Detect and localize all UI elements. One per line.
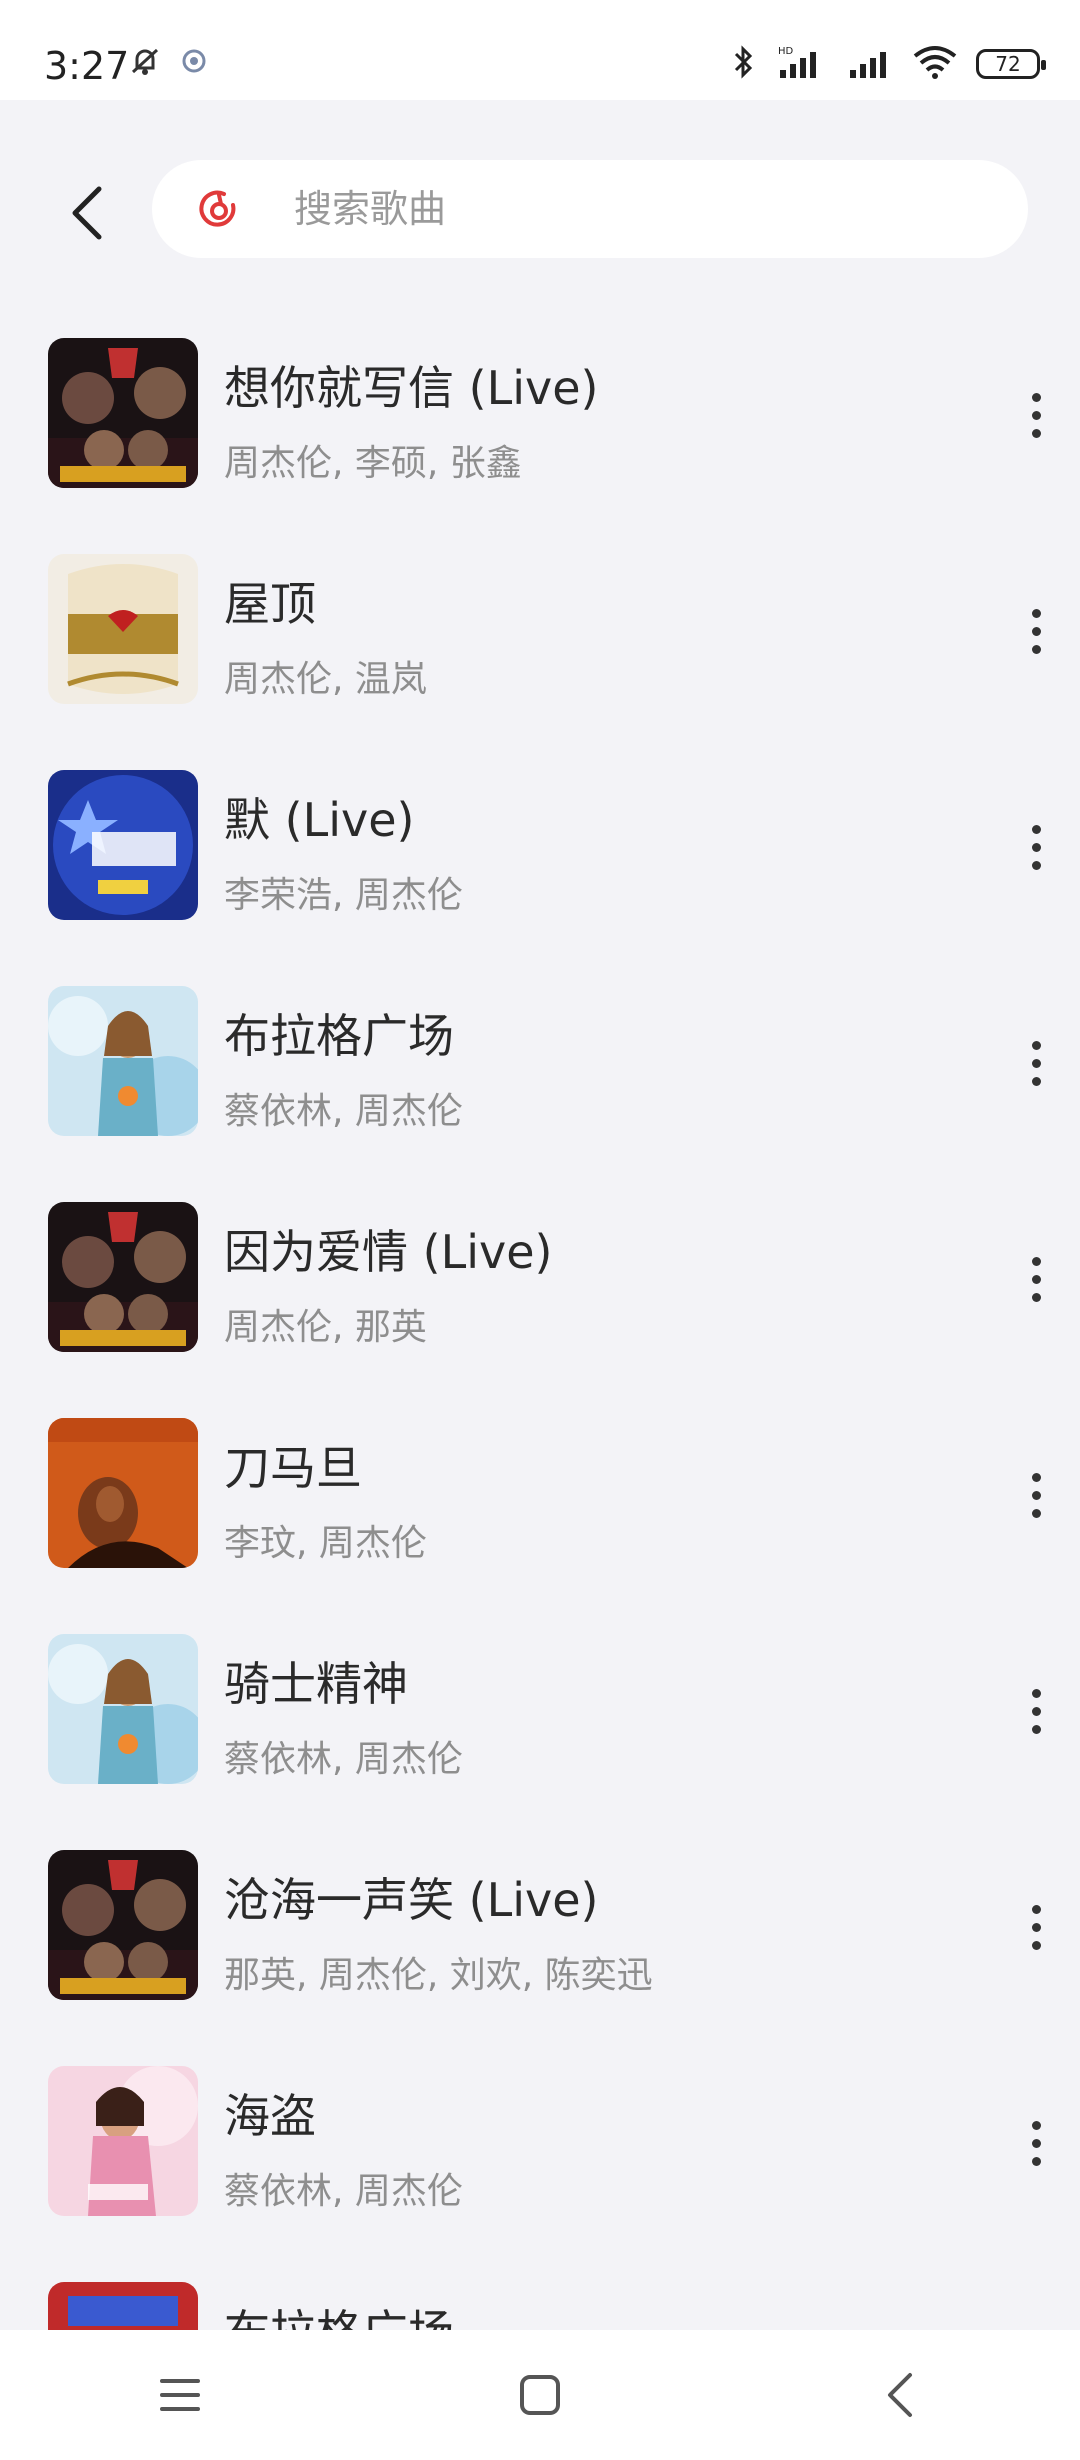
song-artists: 周杰伦, 李硕, 张鑫: [224, 443, 522, 484]
more-options-button[interactable]: [1016, 2108, 1056, 2178]
song-row[interactable]: 布拉格广场: [0, 2282, 1080, 2330]
song-row[interactable]: 沧海一声笑 (Live) 那英, 周杰伦, 刘欢, 陈奕迅: [0, 1850, 1080, 2066]
song-artists: 蔡依林, 周杰伦: [224, 1091, 463, 1132]
more-options-button[interactable]: [1016, 1676, 1056, 1746]
song-row[interactable]: 因为爱情 (Live) 周杰伦, 那英: [0, 1202, 1080, 1418]
song-artists: 周杰伦, 温岚: [224, 659, 427, 700]
song-artists: 李荣浩, 周杰伦: [224, 875, 463, 916]
status-time: 3:27: [44, 44, 130, 88]
song-row[interactable]: 刀马旦 李玟, 周杰伦: [0, 1418, 1080, 1634]
song-title: 默 (Live): [224, 793, 415, 847]
song-artists: 李玟, 周杰伦: [224, 1523, 427, 1564]
nav-back-button[interactable]: [850, 2345, 950, 2445]
battery-icon: 72: [976, 49, 1046, 79]
signal-icon: [846, 44, 894, 84]
home-button[interactable]: [490, 2345, 590, 2445]
status-bar: 3:27 HD 72: [0, 0, 1080, 100]
back-icon: [888, 2373, 912, 2417]
song-row[interactable]: 骑士精神 蔡依林, 周杰伦: [0, 1634, 1080, 1850]
song-artists: 蔡依林, 周杰伦: [224, 2171, 463, 2212]
system-nav-bar: [0, 2330, 1080, 2460]
song-title: 沧海一声笑 (Live): [224, 1873, 599, 1927]
album-cover: [48, 770, 198, 920]
song-artists: 蔡依林, 周杰伦: [224, 1739, 463, 1780]
album-cover: [48, 986, 198, 1136]
more-options-button[interactable]: [1016, 1892, 1056, 1962]
album-cover: [48, 1634, 198, 1784]
more-options-button[interactable]: [1016, 812, 1056, 882]
wifi-icon: [912, 44, 958, 84]
album-cover: [48, 554, 198, 704]
album-cover: [48, 2066, 198, 2216]
song-row[interactable]: 想你就写信 (Live) 周杰伦, 李硕, 张鑫: [0, 338, 1080, 554]
home-square-icon: [520, 2375, 560, 2415]
album-cover: [48, 1850, 198, 2000]
more-options-button[interactable]: [1016, 596, 1056, 666]
song-title: 屋顶: [224, 577, 316, 631]
album-cover: [48, 2282, 198, 2330]
album-cover: [48, 338, 198, 488]
search-header: [0, 100, 1080, 300]
svg-text:HD: HD: [778, 46, 794, 57]
song-title: 海盗: [224, 2089, 316, 2143]
song-artists: 那英, 周杰伦, 刘欢, 陈奕迅: [224, 1955, 653, 1996]
search-box[interactable]: [152, 160, 1028, 258]
song-list: 想你就写信 (Live) 周杰伦, 李硕, 张鑫 屋顶 周杰伦, 温岚 默 (L…: [0, 338, 1080, 2330]
back-button[interactable]: [52, 178, 122, 248]
song-title: 刀马旦: [224, 1441, 362, 1495]
back-arrow-icon: [72, 186, 102, 240]
song-title: 骑士精神: [224, 1657, 408, 1711]
song-title: 布拉格广场: [224, 1009, 454, 1063]
album-cover: [48, 1418, 198, 1568]
more-options-button[interactable]: [1016, 1028, 1056, 1098]
more-options-button[interactable]: [1016, 1244, 1056, 1314]
recent-apps-button[interactable]: [130, 2345, 230, 2445]
song-row[interactable]: 默 (Live) 李荣浩, 周杰伦: [0, 770, 1080, 986]
battery-level: 72: [995, 52, 1021, 76]
album-cover: [48, 1202, 198, 1352]
app-notification-icon: [180, 47, 208, 79]
bluetooth-icon: [730, 44, 758, 84]
song-artists: 周杰伦, 那英: [224, 1307, 427, 1348]
mute-icon: [128, 44, 162, 82]
song-title: 因为爱情 (Live): [224, 1225, 553, 1279]
song-row[interactable]: 布拉格广场 蔡依林, 周杰伦: [0, 986, 1080, 1202]
more-options-button[interactable]: [1016, 380, 1056, 450]
song-row[interactable]: 屋顶 周杰伦, 温岚: [0, 554, 1080, 770]
song-row[interactable]: 海盗 蔡依林, 周杰伦: [0, 2066, 1080, 2282]
song-title: 想你就写信 (Live): [224, 361, 599, 415]
signal-hd-icon: HD: [776, 44, 828, 84]
menu-icon: [160, 2379, 200, 2411]
more-options-button[interactable]: [1016, 1460, 1056, 1530]
netease-music-logo-icon: [196, 186, 242, 232]
song-title: 布拉格广场: [224, 2296, 454, 2330]
search-input[interactable]: [292, 186, 896, 232]
